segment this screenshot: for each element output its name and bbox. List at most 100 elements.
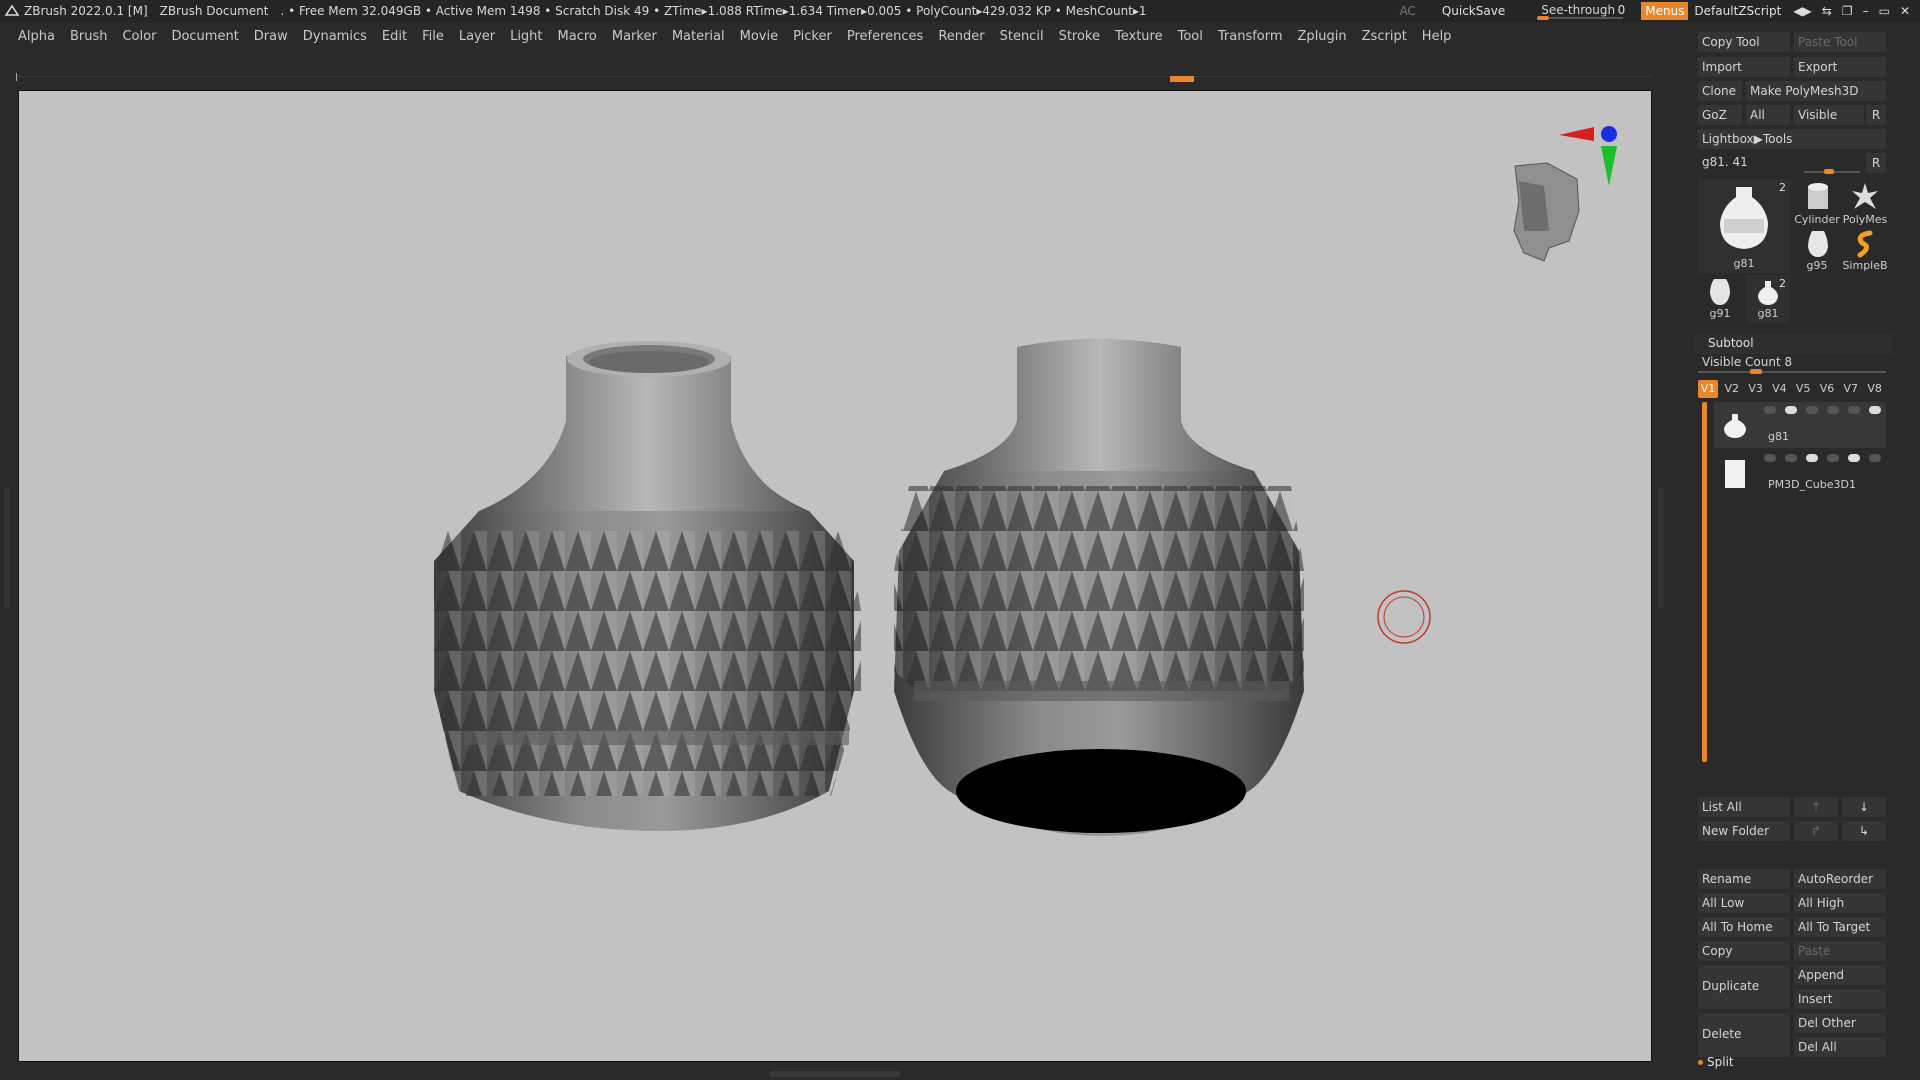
visibility-set-v3[interactable]: V3 — [1746, 380, 1766, 398]
timeline-marker[interactable] — [1170, 76, 1194, 82]
export-button[interactable]: Export — [1794, 57, 1886, 77]
tool-thumb-g81-main[interactable]: 2 g81 — [1698, 179, 1790, 273]
see-through-slider[interactable]: See-through 0 — [1533, 0, 1627, 22]
menu-edit[interactable]: Edit — [382, 29, 407, 44]
visibility-set-v7[interactable]: V7 — [1841, 380, 1861, 398]
goz-button[interactable]: GoZ — [1698, 105, 1742, 125]
append-button[interactable]: Append — [1794, 965, 1886, 985]
menu-material[interactable]: Material — [672, 29, 725, 44]
move-folder-icon[interactable]: ↱ — [1794, 821, 1838, 841]
visibility-set-v1[interactable]: V1 — [1698, 380, 1718, 398]
layout-icon[interactable]: ◀▶ — [1793, 4, 1811, 18]
menu-brush[interactable]: Brush — [70, 29, 108, 44]
goz-visible-button[interactable]: Visible — [1794, 105, 1864, 125]
tool-thumb-g81[interactable]: 2 g81 — [1746, 275, 1790, 323]
close-icon[interactable]: ✕ — [1900, 4, 1910, 18]
default-zscript-button[interactable]: DefaultZScript — [1694, 4, 1781, 18]
insert-button[interactable]: Insert — [1794, 989, 1886, 1009]
menu-preferences[interactable]: Preferences — [847, 29, 923, 44]
arrow-down-icon[interactable]: ↓ — [1842, 797, 1886, 817]
tool-r-button[interactable]: R — [1866, 153, 1886, 173]
tool-thumb-g91[interactable]: g91 — [1698, 275, 1742, 323]
visibility-set-v8[interactable]: V8 — [1865, 380, 1885, 398]
goz-r-button[interactable]: R — [1866, 105, 1886, 125]
menu-transform[interactable]: Transform — [1218, 29, 1283, 44]
goz-all-button[interactable]: All — [1746, 105, 1790, 125]
minimize-icon[interactable]: – — [1863, 4, 1869, 18]
delete-button[interactable]: Delete — [1698, 1013, 1790, 1057]
tool-thumb-simplebrush[interactable]: SimpleB — [1840, 227, 1888, 275]
visibility-set-v2[interactable]: V2 — [1722, 380, 1742, 398]
all-low-button[interactable]: All Low — [1698, 893, 1790, 913]
menu-draw[interactable]: Draw — [254, 29, 288, 44]
visibility-set-v4[interactable]: V4 — [1769, 380, 1789, 398]
swap-icon[interactable]: ⇆ — [1822, 4, 1832, 18]
menu-file[interactable]: File — [422, 29, 444, 44]
head-orientation-icon[interactable] — [1513, 162, 1580, 262]
rename-button[interactable]: Rename — [1698, 869, 1790, 889]
menu-zscript[interactable]: Zscript — [1362, 29, 1407, 44]
right-tray-handle[interactable] — [1658, 488, 1664, 608]
del-all-button[interactable]: Del All — [1794, 1037, 1886, 1057]
arrow-up-icon[interactable]: ↑ — [1794, 797, 1838, 817]
menu-tool[interactable]: Tool — [1178, 29, 1203, 44]
split-subpalette[interactable]: Split — [1698, 1055, 1734, 1069]
menu-render[interactable]: Render — [938, 29, 984, 44]
right-vase-model[interactable] — [894, 339, 1304, 836]
canvas-viewport[interactable] — [18, 90, 1652, 1062]
new-folder-button[interactable]: New Folder — [1698, 821, 1790, 841]
del-other-button[interactable]: Del Other — [1794, 1013, 1886, 1033]
menu-texture[interactable]: Texture — [1115, 29, 1163, 44]
quicksave-button[interactable]: QuickSave — [1442, 4, 1505, 18]
menu-stencil[interactable]: Stencil — [1000, 29, 1044, 44]
visible-count-slider[interactable] — [1698, 371, 1886, 373]
subtool-toggle-icons[interactable] — [1764, 454, 1881, 462]
menu-help[interactable]: Help — [1422, 29, 1452, 44]
lightbox-tools-button[interactable]: Lightbox▶Tools — [1698, 129, 1886, 149]
move-into-folder-icon[interactable]: ↳ — [1842, 821, 1886, 841]
duplicate-button[interactable]: Duplicate — [1698, 965, 1790, 1009]
menu-light[interactable]: Light — [510, 29, 542, 44]
menu-alpha[interactable]: Alpha — [18, 29, 55, 44]
all-to-target-button[interactable]: All To Target — [1794, 917, 1886, 937]
window-icon[interactable]: ❐ — [1842, 4, 1853, 18]
subtool-scrollbar[interactable] — [1702, 402, 1707, 762]
subtool-item[interactable]: g81 — [1714, 402, 1886, 448]
subtool-toggle-icons[interactable] — [1764, 406, 1881, 414]
menus-toggle[interactable]: Menus — [1641, 2, 1689, 20]
copy-subtool-button[interactable]: Copy — [1698, 941, 1790, 961]
menu-picker[interactable]: Picker — [793, 29, 832, 44]
make-polymesh3d-button[interactable]: Make PolyMesh3D — [1746, 81, 1886, 101]
menu-color[interactable]: Color — [122, 29, 156, 44]
visibility-set-v5[interactable]: V5 — [1793, 380, 1813, 398]
tool-thumb-g95[interactable]: g95 — [1794, 227, 1840, 275]
left-vase-model[interactable] — [434, 341, 861, 831]
paste-tool-button[interactable]: Paste Tool — [1794, 32, 1886, 52]
clone-button[interactable]: Clone — [1698, 81, 1742, 101]
subtool-item[interactable]: PM3D_Cube3D1 — [1714, 450, 1886, 496]
menu-movie[interactable]: Movie — [740, 29, 778, 44]
autoreorder-button[interactable]: AutoReorder — [1794, 869, 1886, 889]
maximize-icon[interactable]: ▭ — [1879, 4, 1890, 18]
menu-dynamics[interactable]: Dynamics — [303, 29, 367, 44]
menu-stroke[interactable]: Stroke — [1059, 29, 1100, 44]
bottom-tray-handle[interactable] — [770, 1071, 900, 1077]
menu-layer[interactable]: Layer — [459, 29, 495, 44]
tool-thumb-cylinder[interactable]: Cylinder — [1794, 179, 1840, 227]
menu-zplugin[interactable]: Zplugin — [1298, 29, 1347, 44]
paste-subtool-button[interactable]: Paste — [1794, 941, 1886, 961]
tool-thumb-polymesh[interactable]: PolyMes — [1840, 179, 1888, 227]
visibility-set-v6[interactable]: V6 — [1817, 380, 1837, 398]
timeline-ruler[interactable] — [16, 73, 1652, 82]
list-all-button[interactable]: List All — [1698, 797, 1790, 817]
menu-marker[interactable]: Marker — [612, 29, 657, 44]
subtool-header[interactable]: Subtool — [1694, 334, 1892, 354]
menu-document[interactable]: Document — [171, 29, 238, 44]
all-to-home-button[interactable]: All To Home — [1698, 917, 1790, 937]
tool-slider-knob[interactable] — [1824, 169, 1834, 174]
menu-macro[interactable]: Macro — [558, 29, 597, 44]
left-tray-handle[interactable] — [4, 488, 10, 608]
ac-toggle[interactable]: AC — [1399, 4, 1415, 18]
all-high-button[interactable]: All High — [1794, 893, 1886, 913]
visible-count-knob[interactable] — [1750, 369, 1762, 374]
